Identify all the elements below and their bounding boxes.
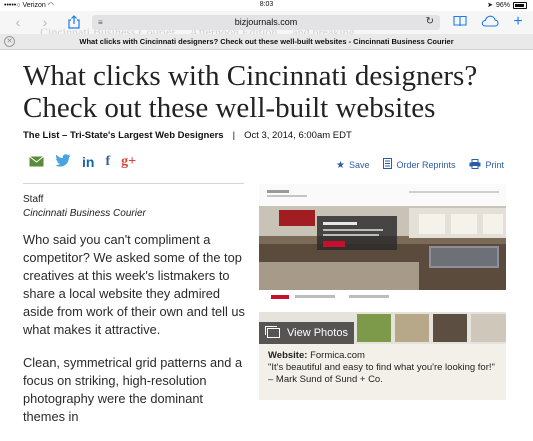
view-photos-label: View Photos (287, 327, 348, 339)
address-bar[interactable]: ≡ bizjournals.com ↻ (92, 15, 440, 30)
back-icon[interactable]: ‹ (10, 15, 26, 29)
caption-attribution: – Mark Sund of Sund + Co. (268, 374, 383, 385)
document-icon (383, 158, 393, 172)
reload-icon[interactable]: ↻ (426, 16, 434, 27)
order-reprints-label: Order Reprints (396, 160, 456, 170)
tab-bar: ✕ What clicks with Cincinnati designers?… (0, 34, 533, 50)
share-icon[interactable] (66, 15, 82, 29)
article-meta: The List – Tri-State's Largest Web Desig… (23, 130, 352, 141)
tab-title[interactable]: What clicks with Cincinnati designers? C… (0, 37, 533, 46)
article-actions: ★ Save Order Reprints Print (336, 158, 504, 172)
byline-divider (23, 183, 244, 184)
location-icon: ➤ (487, 2, 493, 9)
status-bar: •••••○ Verizon ◠ 8:03 ➤ 96% (0, 0, 533, 11)
photo-caption: Website: Formica.com "It's beautiful and… (259, 344, 506, 400)
star-icon: ★ (335, 159, 345, 171)
print-label: Print (485, 160, 504, 170)
article-date: Oct 3, 2014, 6:00am EDT (244, 130, 352, 141)
list-title-link[interactable]: The List – Tri-State's Largest Web Desig… (23, 130, 224, 141)
forward-icon[interactable]: › (37, 15, 53, 29)
feature-photo[interactable] (259, 184, 506, 344)
gallery-icon (265, 326, 280, 338)
bookmarks-icon[interactable] (452, 15, 468, 29)
print-button[interactable]: Print (469, 158, 504, 172)
new-tab-icon[interactable]: + (510, 14, 526, 30)
order-reprints-button[interactable]: Order Reprints (383, 158, 455, 172)
byline-source: Cincinnati Business Courier (23, 208, 146, 219)
url-text[interactable]: bizjournals.com (92, 17, 440, 27)
caption-label: Website: (268, 350, 308, 361)
save-label: Save (348, 160, 370, 170)
facebook-share-icon[interactable]: f (105, 153, 110, 171)
google-plus-share-icon[interactable]: g+ (121, 153, 136, 171)
status-right: ➤ 96% (487, 1, 527, 9)
article-body: Who said you can't compliment a competit… (23, 231, 248, 441)
twitter-share-icon[interactable] (55, 153, 71, 171)
social-share-bar: in f g+ (29, 152, 136, 172)
linkedin-share-icon[interactable]: in (82, 153, 94, 171)
caption-site: Formica.com (310, 350, 365, 361)
icloud-tabs-icon[interactable] (481, 15, 499, 29)
byline-role: Staff (23, 194, 44, 205)
battery-icon (513, 1, 527, 9)
byline: Staff Cincinnati Business Courier (23, 193, 146, 221)
browser-toolbar: ... Cincinnati Business Courier ... Afte… (0, 11, 533, 39)
printer-icon (469, 158, 481, 172)
email-share-icon[interactable] (29, 153, 44, 171)
article-paragraph: Clean, symmetrical grid patterns and a f… (23, 355, 243, 424)
save-button[interactable]: ★ Save (336, 158, 369, 172)
caption-quote: "It's beautiful and easy to find what yo… (268, 362, 495, 373)
clock: 8:03 (259, 1, 274, 8)
battery-percent: 96% (495, 1, 510, 9)
meta-separator: | (232, 130, 236, 141)
view-photos-button[interactable]: View Photos (259, 322, 354, 344)
article-headline: What clicks with Cincinnati designers? C… (23, 60, 478, 124)
article-paragraph: Who said you can't compliment a competit… (23, 232, 245, 337)
